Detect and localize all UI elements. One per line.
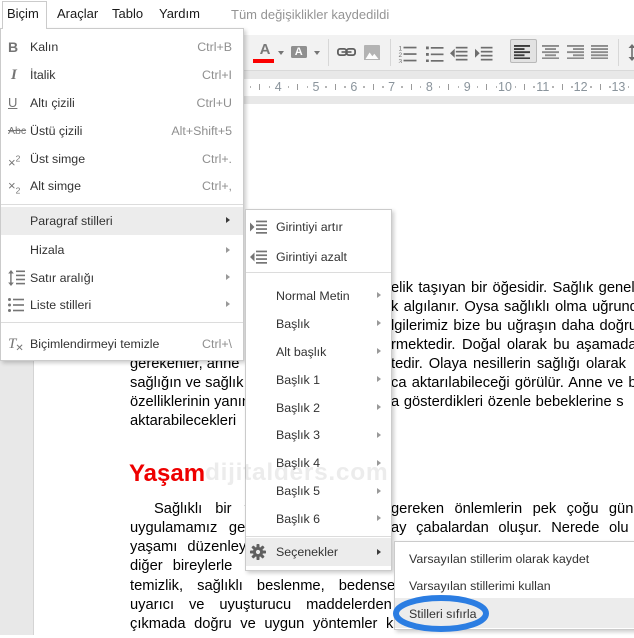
- svg-text:3: 3: [398, 58, 402, 63]
